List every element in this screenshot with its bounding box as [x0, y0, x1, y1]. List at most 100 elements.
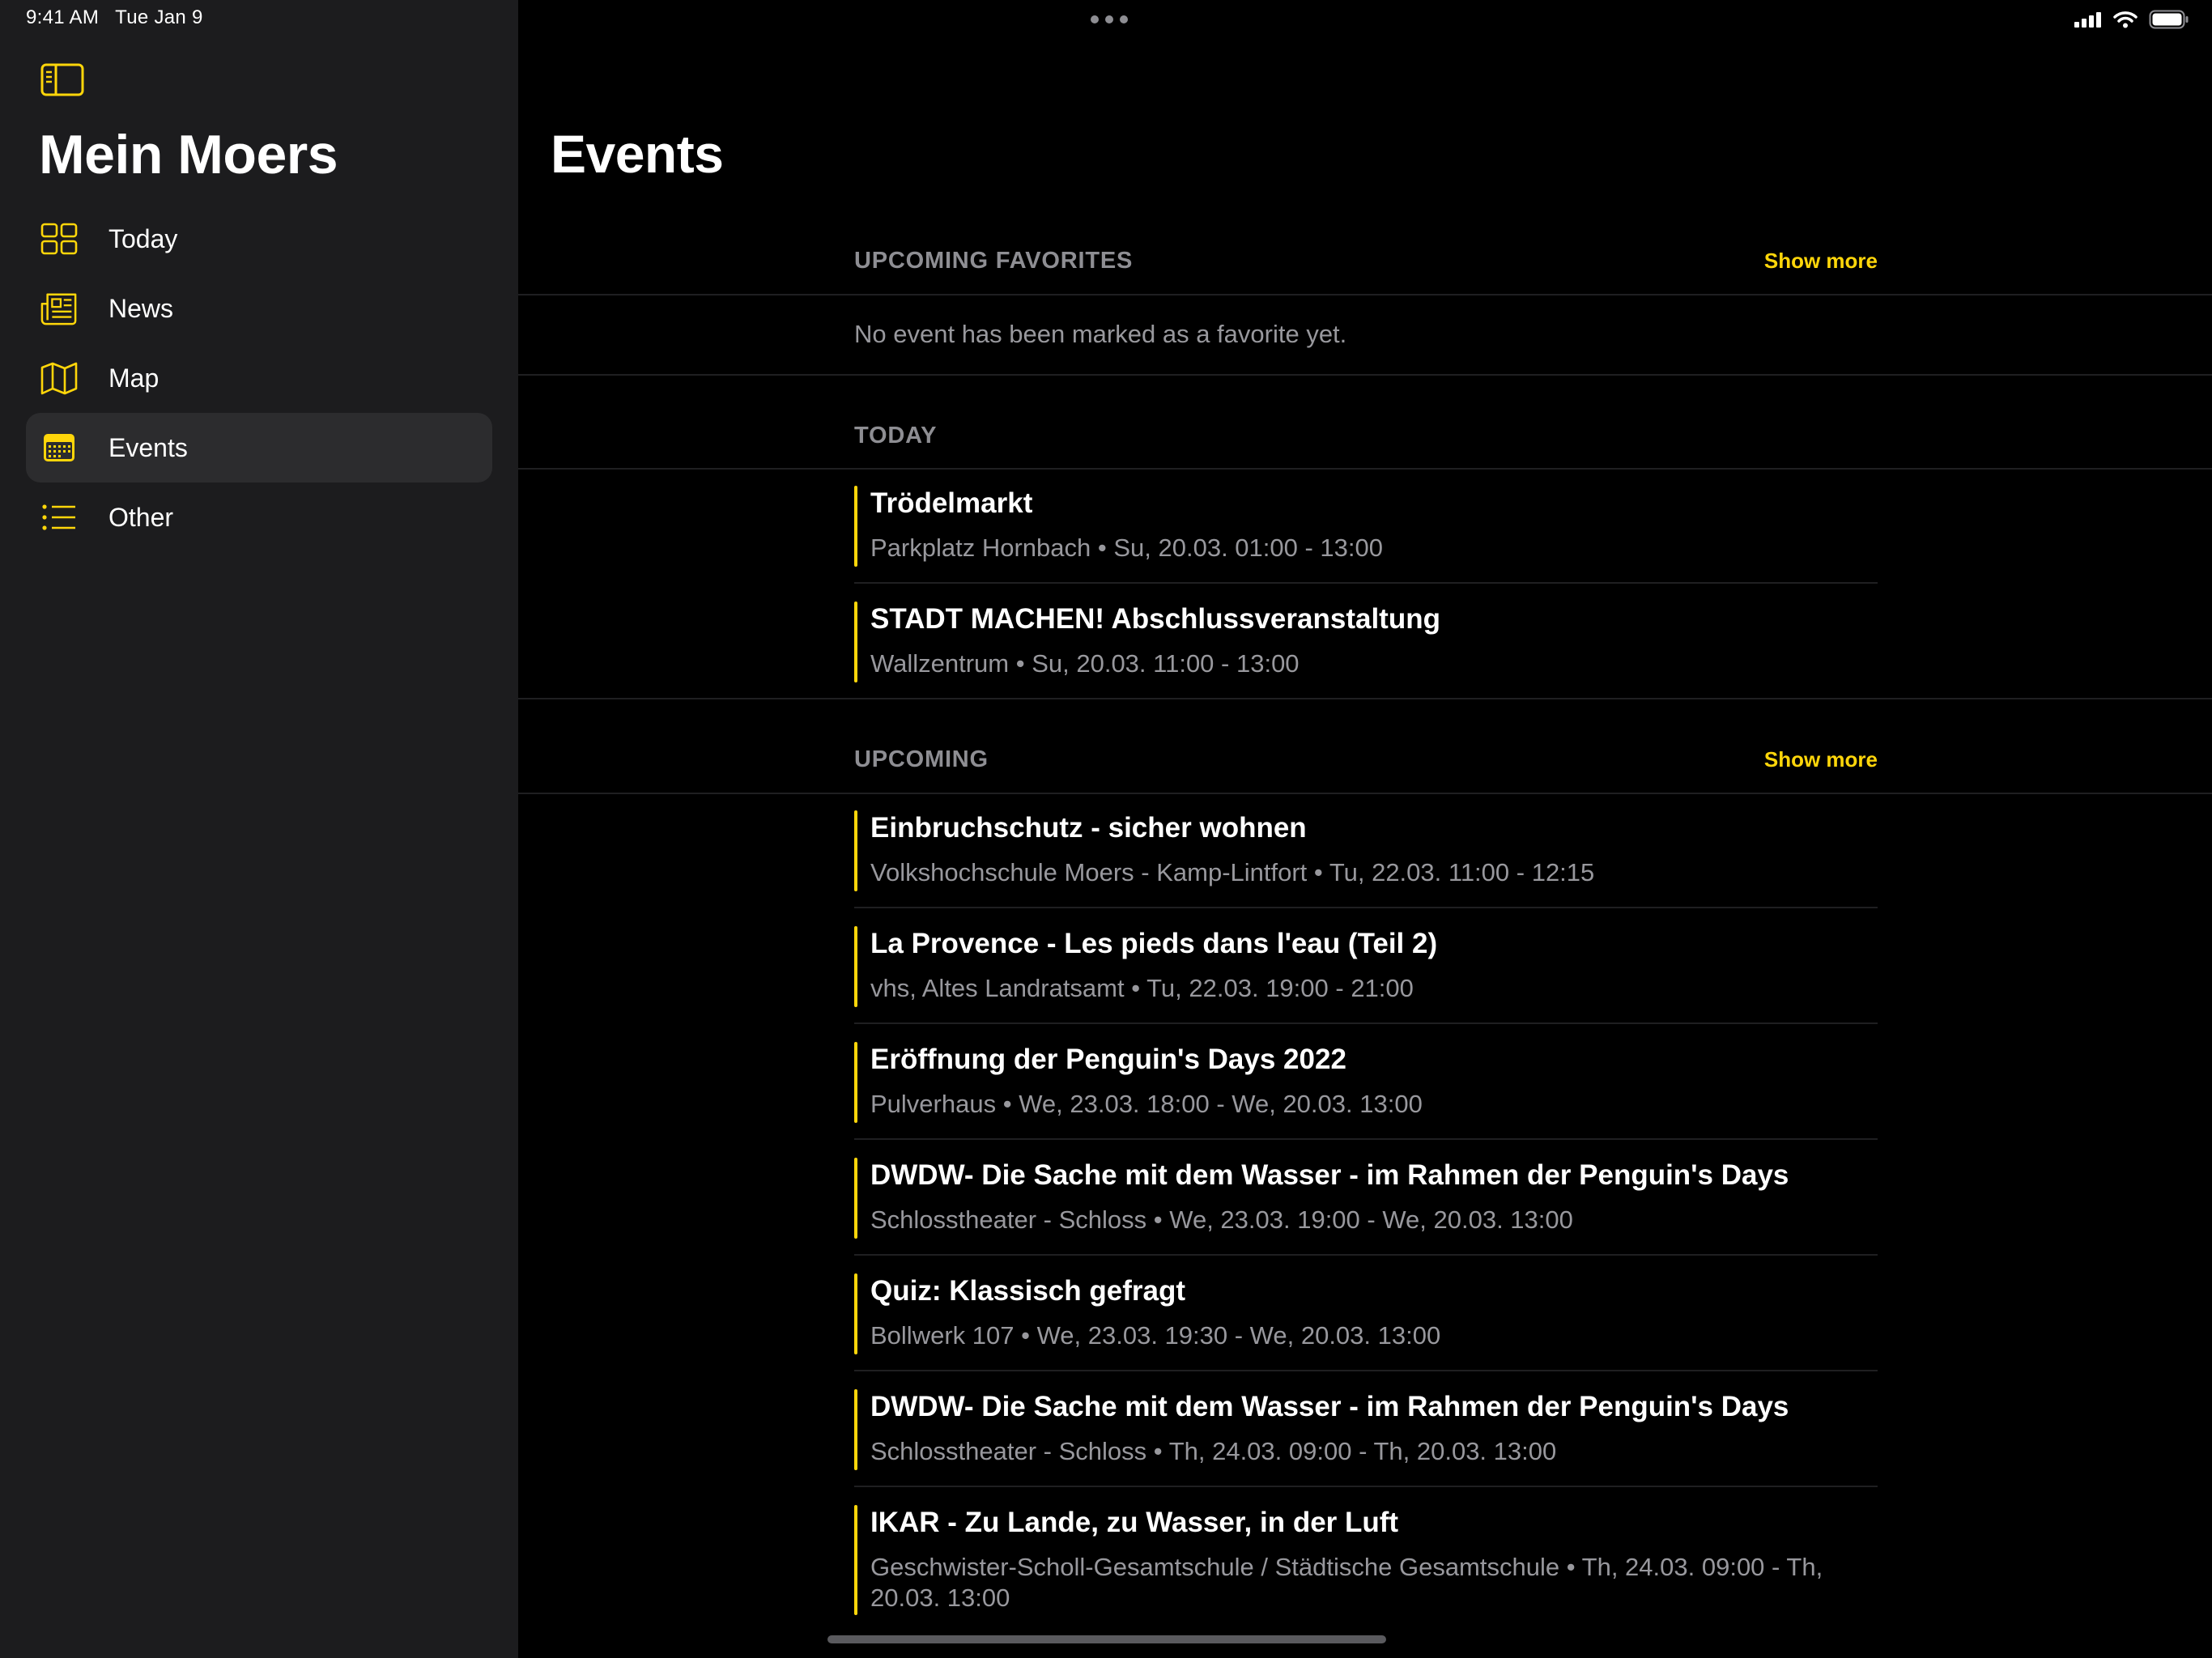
newspaper-icon [40, 290, 78, 327]
divider [854, 1370, 1878, 1371]
event-title: DWDW- Die Sache mit dem Wasser - im Rahm… [870, 1391, 1789, 1422]
divider [854, 1022, 1878, 1024]
upcoming-section-title: UPCOMING [854, 746, 989, 772]
event-row[interactable]: Einbruchschutz - sicher wohnen Volkshoch… [854, 810, 1878, 891]
upcoming-show-more-button[interactable]: Show more [1764, 747, 1878, 772]
divider [518, 793, 2212, 794]
today-section-header: TODAY [854, 423, 1878, 449]
calendar-icon [40, 429, 78, 466]
battery-icon [2149, 10, 2189, 33]
event-row[interactable]: DWDW- Die Sache mit dem Wasser - im Rahm… [854, 1389, 1878, 1470]
main-content: Events UPCOMING FAVORITES Show more No e… [518, 0, 2212, 1658]
favorites-section-title: UPCOMING FAVORITES [854, 248, 1134, 274]
event-title: Einbruchschutz - sicher wohnen [870, 812, 1307, 844]
sidebar-item-label: Map [108, 363, 160, 393]
sidebar-item-other[interactable]: Other [26, 483, 492, 552]
event-details: Volkshochschule Moers - Kamp-Lintfort • … [870, 858, 1595, 886]
event-row[interactable]: DWDW- Die Sache mit dem Wasser - im Rahm… [854, 1158, 1878, 1239]
divider [518, 468, 2212, 470]
divider [854, 1254, 1878, 1256]
sidebar-item-news[interactable]: News [26, 274, 492, 343]
event-time: Su, 20.03. 11:00 - 13:00 [1032, 649, 1300, 678]
sidebar-toggle-icon[interactable] [40, 63, 86, 97]
home-indicator[interactable] [827, 1635, 1386, 1643]
app-title: Mein Moers [39, 124, 338, 185]
event-time: Tu, 22.03. 11:00 - 12:15 [1329, 858, 1595, 886]
event-accent-bar [854, 602, 857, 682]
status-clock: 9:41 AM [26, 6, 100, 28]
event-title: Quiz: Klassisch gefragt [870, 1275, 1185, 1307]
today-section-title: TODAY [854, 423, 938, 449]
event-location: Parkplatz Hornbach [870, 534, 1091, 562]
event-accent-bar [854, 810, 857, 891]
event-details: Wallzentrum • Su, 20.03. 11:00 - 13:00 [870, 649, 1300, 678]
sidebar-item-map[interactable]: Map [26, 343, 492, 413]
event-location: Schlosstheater - Schloss [870, 1437, 1147, 1465]
event-title: STADT MACHEN! Abschlussveranstaltung [870, 603, 1440, 635]
divider [518, 294, 2212, 295]
event-details: Bollwerk 107 • We, 23.03. 19:30 - We, 20… [870, 1321, 1441, 1350]
event-row[interactable]: Quiz: Klassisch gefragt Bollwerk 107 • W… [854, 1273, 1878, 1354]
event-accent-bar [854, 1505, 857, 1615]
event-accent-bar [854, 1389, 857, 1470]
divider [854, 1486, 1878, 1487]
event-time: Th, 24.03. 09:00 - Th, 20.03. 13:00 [1168, 1437, 1557, 1465]
sidebar-item-label: Other [108, 502, 174, 532]
event-location: Geschwister-Scholl-Gesamtschule / Städti… [870, 1553, 1560, 1581]
event-time: Tu, 22.03. 19:00 - 21:00 [1146, 974, 1414, 1002]
event-title: La Provence - Les pieds dans l'eau (Teil… [870, 928, 1438, 959]
event-row[interactable]: La Provence - Les pieds dans l'eau (Teil… [854, 926, 1878, 1007]
divider [518, 698, 2212, 699]
sidebar: 9:41 AM Tue Jan 9 Mein Moers Today News … [0, 0, 518, 1658]
event-title: Eröffnung der Penguin's Days 2022 [870, 1044, 1346, 1075]
favorites-section-header: UPCOMING FAVORITES Show more [854, 248, 1878, 274]
event-details: Parkplatz Hornbach • Su, 20.03. 01:00 - … [870, 534, 1383, 562]
event-row[interactable]: Eröffnung der Penguin's Days 2022 Pulver… [854, 1042, 1878, 1123]
favorites-show-more-button[interactable]: Show more [1764, 249, 1878, 274]
sidebar-item-events[interactable]: Events [26, 413, 492, 483]
page-title: Events [551, 124, 724, 184]
event-details: Schlosstheater - Schloss • We, 23.03. 19… [870, 1205, 1573, 1234]
event-details: Geschwister-Scholl-Gesamtschule / Städti… [870, 1553, 1823, 1612]
event-details: Pulverhaus • We, 23.03. 18:00 - We, 20.0… [870, 1090, 1423, 1118]
event-title: Trödelmarkt [870, 487, 1033, 519]
upcoming-section-header: UPCOMING Show more [854, 746, 1878, 773]
event-location: Wallzentrum [870, 649, 1010, 678]
cellular-signal-icon [2074, 11, 2102, 32]
event-accent-bar [854, 486, 857, 567]
event-row[interactable]: STADT MACHEN! Abschlussveranstaltung Wal… [854, 602, 1878, 682]
status-time: 9:41 AM Tue Jan 9 [26, 6, 219, 29]
event-accent-bar [854, 1273, 857, 1354]
multitasking-dots-icon[interactable] [1088, 11, 1130, 28]
sidebar-item-label: Events [108, 432, 188, 462]
event-time: Su, 20.03. 01:00 - 13:00 [1113, 534, 1383, 562]
divider [854, 1138, 1878, 1140]
grid-icon [40, 220, 78, 257]
status-date: Tue Jan 9 [115, 6, 203, 28]
event-location: Pulverhaus [870, 1090, 997, 1118]
event-time: We, 23.03. 19:00 - We, 20.03. 13:00 [1169, 1205, 1573, 1234]
event-time: We, 23.03. 18:00 - We, 20.03. 13:00 [1019, 1090, 1423, 1118]
sidebar-item-today[interactable]: Today [26, 204, 492, 274]
favorites-empty-text: No event has been marked as a favorite y… [854, 320, 1347, 348]
list-icon [40, 499, 78, 536]
event-location: Volkshochschule Moers - Kamp-Lintfort [870, 858, 1308, 886]
sidebar-item-label: Today [108, 223, 178, 253]
divider [518, 374, 2212, 376]
event-title: DWDW- Die Sache mit dem Wasser - im Rahm… [870, 1159, 1789, 1191]
event-details: Schlosstheater - Schloss • Th, 24.03. 09… [870, 1437, 1557, 1465]
event-time: We, 23.03. 19:30 - We, 20.03. 13:00 [1036, 1321, 1441, 1350]
event-details: vhs, Altes Landratsamt • Tu, 22.03. 19:0… [870, 974, 1414, 1002]
event-accent-bar [854, 1042, 857, 1123]
event-row[interactable]: IKAR - Zu Lande, zu Wasser, in der Luft … [854, 1505, 1878, 1615]
map-icon [40, 359, 78, 397]
event-location: vhs, Altes Landratsamt [870, 974, 1125, 1002]
event-accent-bar [854, 926, 857, 1007]
divider [854, 907, 1878, 908]
divider [854, 582, 1878, 584]
sidebar-nav: Today News Map Events Other [26, 204, 492, 552]
event-row[interactable]: Trödelmarkt Parkplatz Hornbach • Su, 20.… [854, 486, 1878, 567]
event-location: Bollwerk 107 [870, 1321, 1015, 1350]
status-indicators [2074, 10, 2189, 33]
sidebar-item-label: News [108, 293, 174, 323]
